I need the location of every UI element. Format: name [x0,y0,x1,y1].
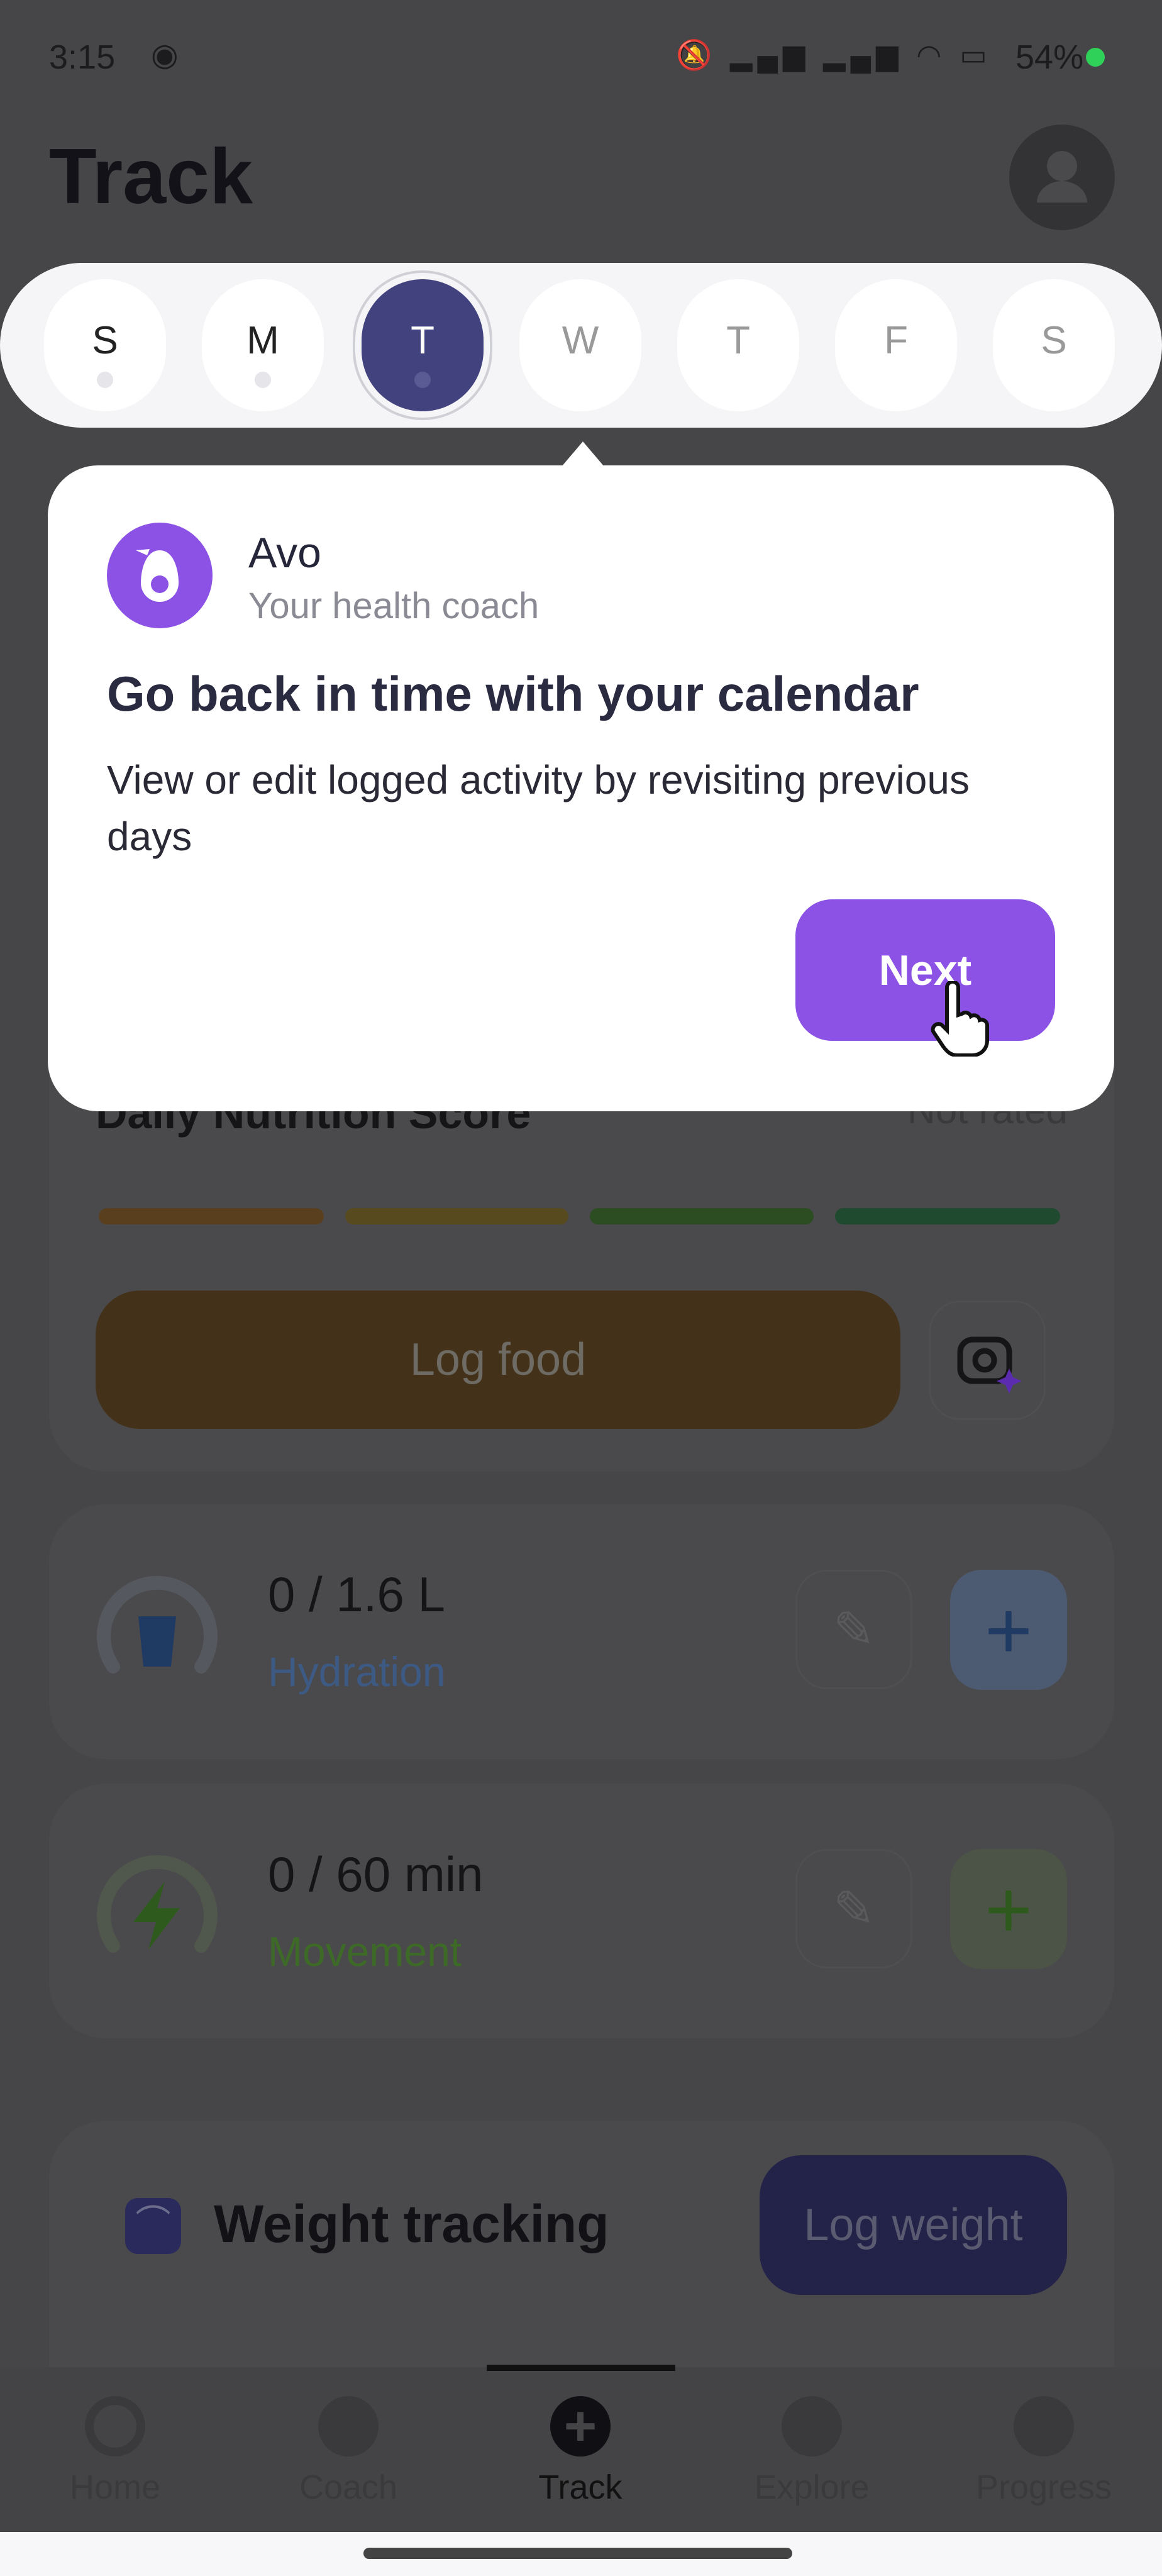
movement-label: Movement [268,1928,462,1975]
chat-icon [318,2396,379,2457]
day-saturday[interactable]: S [993,279,1115,411]
hydration-value: 0 / 1.6 L [268,1567,445,1622]
page-title: Track [49,133,253,220]
scale-icon: ⌒ [125,2198,181,2254]
nav-home[interactable]: Home [27,2396,203,2507]
nav-track[interactable]: + Track [492,2396,668,2507]
coach-name: Avo [248,529,321,577]
movement-value: 0 / 60 min [268,1846,484,1902]
avo-avatar-icon [107,523,213,628]
plus-icon: + [985,1863,1032,1955]
popup-heading: Go back in time with your calendar [107,666,919,721]
score-bar-4 [835,1208,1060,1224]
pie-chart-icon [1014,2396,1074,2457]
day-wednesday[interactable]: W [519,279,641,411]
next-button[interactable]: Next [795,899,1055,1041]
day-sunday[interactable]: S [44,279,166,411]
pencil-icon: ✎ [833,1880,875,1937]
nav-coach[interactable]: Coach [260,2396,436,2507]
record-icon: ◉ [151,37,179,72]
compass-icon [782,2396,842,2457]
nav-progress[interactable]: Progress [956,2396,1132,2507]
status-time: 3:15 [49,38,116,76]
coach-subtitle: Your health coach [248,586,540,626]
plus-circle-icon: + [550,2396,611,2457]
log-weight-button[interactable]: Log weight [760,2155,1067,2295]
active-tab-indicator [487,2365,675,2371]
popup-body: View or edit logged activity by revisiti… [107,757,970,859]
score-bar-2 [345,1208,568,1224]
home-icon [85,2396,145,2457]
popup-pointer [562,441,604,467]
scan-food-button[interactable] [929,1301,1046,1420]
plus-icon: + [985,1584,1032,1676]
hydration-label: Hydration [268,1648,446,1695]
nav-explore[interactable]: Explore [724,2396,900,2507]
camera-sparkle-icon [957,1336,1022,1394]
movement-gauge-icon [97,1855,218,1953]
score-bar-3 [590,1208,814,1224]
user-icon [1037,151,1087,203]
home-gesture-bar[interactable] [363,2548,792,2559]
day-thursday[interactable]: T [677,279,799,411]
day-friday[interactable]: F [835,279,957,411]
hand-cursor-icon [931,981,989,1057]
coach-tooltip-popup: Avo Your health coach Go back in time wi… [48,465,1114,1111]
pencil-icon: ✎ [833,1601,875,1658]
hydration-gauge-icon [97,1575,218,1674]
add-movement-button[interactable]: + [950,1849,1067,1969]
status-icons: 🔕 ▂▄▆ ▂▄▆ ◠ ▭ [676,38,992,71]
edit-hydration-button[interactable]: ✎ [795,1570,912,1689]
privacy-dot [1086,48,1105,67]
score-bar-1 [99,1208,324,1224]
add-hydration-button[interactable]: + [950,1570,1067,1690]
battery-percent: 54% [1015,38,1084,76]
edit-movement-button[interactable]: ✎ [795,1849,912,1968]
log-food-button[interactable]: Log food [96,1291,900,1429]
week-selector: S M T W T F S [0,263,1162,428]
weight-title: Weight tracking [214,2194,609,2253]
day-tuesday-selected[interactable]: T [362,279,484,411]
profile-avatar-button[interactable] [1009,125,1115,230]
day-monday[interactable]: M [202,279,324,411]
